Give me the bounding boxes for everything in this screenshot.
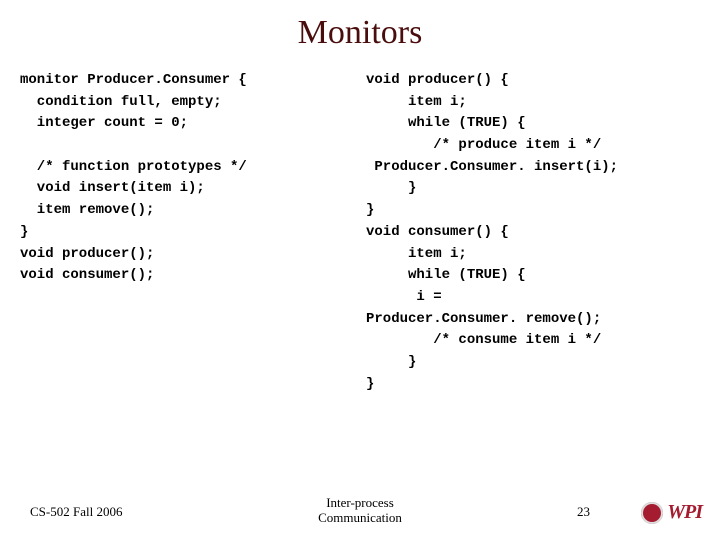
slide: Monitors monitor Producer.Consumer { con… xyxy=(0,0,720,540)
footer-page-number: 23 xyxy=(577,504,590,520)
slide-title: Monitors xyxy=(0,14,720,52)
footer-center-line2: Communication xyxy=(318,510,402,525)
code-left-column: monitor Producer.Consumer { condition fu… xyxy=(20,70,360,490)
wpi-wordmark: WPI xyxy=(667,501,702,524)
wpi-seal-icon xyxy=(641,502,663,524)
code-right-column: void producer() { item i; while (TRUE) {… xyxy=(360,70,700,490)
footer-logo: WPI xyxy=(641,501,702,524)
footer-center-line1: Inter-process xyxy=(326,495,394,510)
code-area: monitor Producer.Consumer { condition fu… xyxy=(20,70,700,490)
footer: CS-502 Fall 2006 Inter-process Communica… xyxy=(0,486,720,526)
footer-center: Inter-process Communication xyxy=(0,496,720,526)
